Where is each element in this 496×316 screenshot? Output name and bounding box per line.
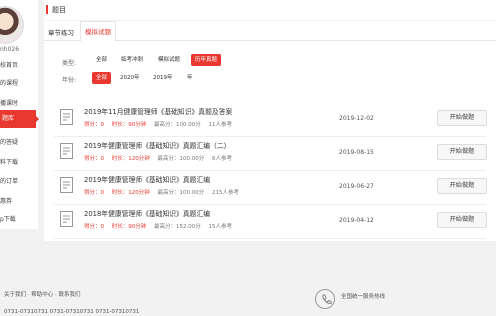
page-title: 题目 (52, 6, 66, 14)
year-filter-label: 年份: (62, 77, 77, 84)
start-button[interactable]: 开始做题 (437, 110, 487, 126)
paper-date: 2019-06-27 (339, 183, 374, 190)
title-accent-bar (46, 5, 48, 14)
paper-meta: 得分：0 时长：120分钟 最高分：100.00分 6人参考 (84, 154, 238, 162)
type-chip-past-exams[interactable]: 历年真题 (191, 54, 222, 66)
paper-icon (60, 143, 73, 159)
paper-row: 2019年健康管理师《基础知识》真题汇编 得分：0 时长：120分钟 最高分：1… (54, 171, 487, 205)
participants: 15人参考 (208, 224, 233, 230)
participants: 6人参考 (212, 156, 232, 162)
hotline-label: 全国统一服务热线 (341, 294, 386, 300)
tab-chapter-practice[interactable]: 章节练习 (48, 27, 74, 37)
duration: 时长：90分钟 (111, 122, 147, 128)
sidebar-item-qa[interactable]: 的答疑 (0, 137, 18, 146)
paper-icon (60, 109, 73, 125)
paper-row: 2018年健康管理师《基础知识》真题汇编 得分：0 时长：90分钟 最高分：15… (54, 205, 487, 239)
participants: 215人参考 (212, 190, 239, 196)
sidebar-item-coupons[interactable]: 惠券 (0, 196, 12, 205)
score: 得分：0 (84, 156, 104, 162)
paper-row: 2019年11月健康管理师《基础知识》真题及答案 得分：0 时长：90分钟 最高… (54, 103, 487, 137)
phone-icon (315, 289, 335, 309)
type-chip-sprint[interactable]: 临考冲刺 (117, 54, 147, 66)
sidebar-item-live[interactable]: 播课时 (0, 98, 18, 107)
paper-icon (60, 211, 73, 227)
paper-icon (60, 177, 73, 193)
year-chip-2019[interactable]: 2019年 (149, 72, 177, 84)
start-button[interactable]: 开始做题 (437, 144, 487, 160)
sidebar-item-orders[interactable]: 的订单 (0, 176, 18, 185)
start-button[interactable]: 开始做题 (437, 212, 487, 228)
active-indicator (34, 114, 39, 124)
duration: 时长：120分钟 (111, 190, 150, 196)
tab-mock-exams[interactable]: 模拟试题 (80, 21, 116, 42)
footer-links[interactable]: 关于我们 · 帮助中心 · 联系我们 (4, 290, 81, 298)
score: 得分：0 (84, 224, 104, 230)
tab-bar: 章节练习 模拟试题 (44, 21, 496, 42)
sidebar-item-downloads[interactable]: 料下载 (0, 157, 18, 166)
best-score: 最高分：100.00分 (154, 122, 201, 128)
type-chip-mock[interactable]: 模拟试题 (154, 54, 184, 66)
paper-title[interactable]: 2019年健康管理师《基础知识》真题汇编（二） (84, 140, 230, 150)
sidebar: nh026 校首页 的课程 播课时 题库 的答疑 料下载 的订单 惠券 p下载 (0, 0, 38, 229)
best-score: 最高分：100.00分 (157, 156, 205, 162)
paper-date: 2019-12-02 (339, 115, 374, 122)
sidebar-item-home[interactable]: 校首页 (0, 60, 18, 69)
score: 得分：0 (84, 190, 104, 196)
header: 题目 (44, 0, 496, 20)
phone-icon-glyph (322, 294, 332, 305)
type-filter-label: 类型: (62, 60, 77, 67)
avatar[interactable] (0, 6, 24, 44)
type-chip-all[interactable]: 全部 (92, 54, 111, 66)
paper-meta: 得分：0 时长：90分钟 最高分：152.00分 15人参考 (84, 222, 238, 230)
paper-date: 2019-08-15 (339, 149, 374, 156)
duration: 时长：90分钟 (111, 224, 147, 230)
sidebar-item-courses[interactable]: 的课程 (0, 78, 18, 87)
sidebar-item-question-bank[interactable]: 题库 (0, 110, 36, 128)
best-score: 最高分：152.00分 (154, 224, 201, 230)
score: 得分：0 (84, 122, 104, 128)
paper-title[interactable]: 2018年健康管理师《基础知识》真题汇编 (84, 208, 210, 218)
sidebar-item-app[interactable]: p下载 (0, 214, 16, 223)
paper-date: 2019-04-12 (339, 217, 374, 224)
best-score: 最高分：100.00分 (157, 190, 205, 196)
paper-meta: 得分：0 时长：120分钟 最高分：100.00分 215人参考 (84, 188, 245, 196)
paper-title[interactable]: 2019年健康管理师《基础知识》真题汇编 (84, 174, 210, 184)
year-chip-more[interactable]: 年 (183, 72, 197, 84)
year-chip-2020[interactable]: 2020年 (116, 72, 144, 84)
start-button[interactable]: 开始做题 (437, 178, 487, 194)
paper-meta: 得分：0 时长：90分钟 最高分：100.00分 11人参考 (84, 120, 238, 128)
paper-title[interactable]: 2019年11月健康管理师《基础知识》真题及答案 (84, 106, 232, 116)
participants: 11人参考 (208, 122, 233, 128)
main-panel: 章节练习 模拟试题 类型: 全部 临考冲刺 模拟试题 历年真题 年份: 全部 2… (44, 21, 496, 241)
paper-row: 2019年健康管理师《基础知识》真题汇编（二） 得分：0 时长：120分钟 最高… (54, 137, 487, 171)
year-chip-all[interactable]: 全部 (92, 72, 112, 84)
duration: 时长：120分钟 (111, 156, 150, 162)
footer-phones: 0731-07310731 0731-07310731 0731-0731073… (4, 309, 140, 315)
username: nh026 (0, 46, 20, 53)
